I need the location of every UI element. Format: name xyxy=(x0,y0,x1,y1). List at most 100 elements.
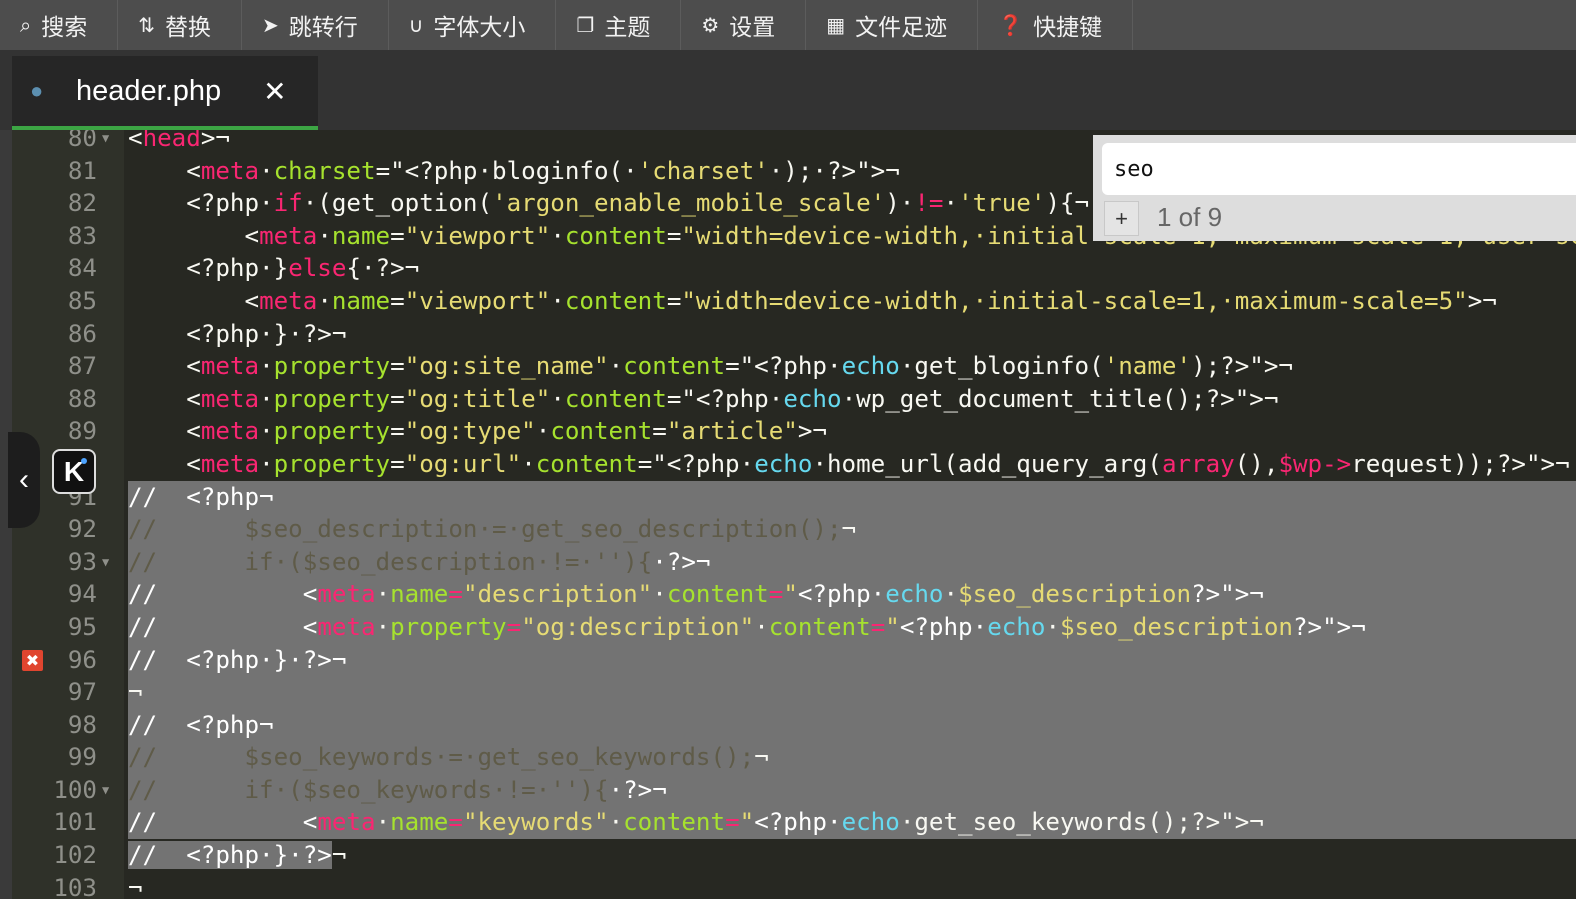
collapse-side-button[interactable]: ‹ xyxy=(8,432,40,528)
code-line: 85 <meta·name="viewport"·content="width=… xyxy=(0,285,1576,318)
code-token: ?>">¬ xyxy=(1293,612,1366,641)
search-icon: ⌕ xyxy=(20,13,32,37)
code-line: 93 ▼ // if·($seo_description·!=·''){·?>¬ xyxy=(0,545,1576,579)
code-token: ·get_bloginfo( xyxy=(899,352,1104,381)
gear-icon: ⚙ xyxy=(701,13,720,37)
code-token: array xyxy=(1161,449,1235,478)
code-token: · xyxy=(375,612,391,641)
line-code: ¬ xyxy=(128,676,1576,709)
code-token: <?php· xyxy=(899,612,988,641)
code-token: ¬ xyxy=(841,515,857,544)
code-line: 101// <meta·name="keywords"·content="<?p… xyxy=(0,806,1576,840)
code-line: 97 ¬ xyxy=(0,676,1576,709)
toolbar: ⌕ 搜索 ⇅ 替换 ➤ 跳转行 ∪ 字体大小 ❐ 主题 ⚙ 设置 ▦ 文件足迹 ❓ 快捷键 xyxy=(0,0,1576,50)
toolbar-label: 跳转行 xyxy=(288,15,358,41)
code-token: else xyxy=(288,254,347,283)
code-token: meta xyxy=(200,384,260,413)
toolbar-item-4[interactable]: ❐ 主题 xyxy=(556,0,682,50)
toolbar-item-0[interactable]: ⌕ 搜索 xyxy=(0,0,119,50)
code-token: "article" xyxy=(666,417,798,446)
line-code: <meta·property="og:title"·content="<?php… xyxy=(128,383,1278,416)
code-token: // < xyxy=(128,580,318,609)
code-token: meta xyxy=(317,808,376,837)
code-token: "og:url" xyxy=(404,449,522,478)
code-editor[interactable]: 80 ▼ <head>¬ 81 <meta·charset="<?php·blogin… xyxy=(0,130,1576,899)
code-token: <?php·} xyxy=(128,254,289,283)
code-token: meta xyxy=(200,417,260,446)
line-code: <meta·charset="<?php·bloginfo(·'charset'… xyxy=(128,155,900,188)
toolbar-item-5[interactable]: ⚙ 设置 xyxy=(681,0,807,50)
code-token: "keywords" xyxy=(462,808,609,837)
code-token: content xyxy=(564,384,667,413)
code-line: 98 // <?php¬ xyxy=(0,708,1576,742)
code-token: · xyxy=(550,384,565,413)
fold-arrow-icon[interactable]: ▼ xyxy=(102,546,109,579)
code-token: = xyxy=(390,352,405,381)
line-code: // <?php·}·?>¬ xyxy=(128,839,346,872)
error-marker-icon[interactable]: ✖ xyxy=(22,649,43,671)
toolbar-label: 主题 xyxy=(604,15,651,41)
line-code: // <?php·}·?>¬ xyxy=(128,643,1576,677)
line-number: 94 xyxy=(67,580,97,609)
code-token: echo xyxy=(987,612,1046,641)
code-token: ·?>¬ xyxy=(652,547,711,576)
code-token: ·get_seo_keywords();?>">¬ xyxy=(899,808,1264,837)
k-app-button[interactable]: K xyxy=(52,449,96,494)
code-token: · xyxy=(375,808,391,837)
code-token: · xyxy=(550,286,565,315)
code-token: // < xyxy=(128,612,318,641)
fold-arrow-icon[interactable]: ▼ xyxy=(102,130,109,155)
code-token: (), xyxy=(1234,449,1279,478)
line-number: 102 xyxy=(53,841,97,870)
line-number: 83 xyxy=(67,221,97,250)
code-token: content xyxy=(564,286,667,315)
code-token: $seo_description xyxy=(1060,612,1293,641)
find-input[interactable] xyxy=(1102,143,1576,195)
code-token: = xyxy=(448,808,463,837)
line-code: // <meta·name="keywords"·content="<?php·… xyxy=(128,806,1576,840)
code-token: "viewport" xyxy=(404,221,551,250)
code-token: != xyxy=(914,189,944,218)
code-token: "og:description" xyxy=(521,612,755,641)
fold-arrow-icon[interactable]: ▼ xyxy=(102,774,109,807)
code-token: echo xyxy=(841,808,900,837)
code-token: "og:type" xyxy=(404,417,536,446)
code-token: head xyxy=(142,130,201,152)
code-line: 103 ¬ xyxy=(0,872,1576,899)
close-tab-icon[interactable]: ✕ xyxy=(263,75,286,108)
toolbar-item-6[interactable]: ▦ 文件足迹 xyxy=(806,0,979,50)
code-token: ¬ xyxy=(754,743,769,772)
code-token: · xyxy=(943,189,959,218)
code-token: · xyxy=(259,352,274,381)
code-token: ·(get_option( xyxy=(302,189,493,218)
code-token: = xyxy=(390,286,405,315)
tab-header-php[interactable]: ● header.php ✕ xyxy=(12,56,318,130)
toolbar-item-7[interactable]: ❓ 快捷键 xyxy=(978,0,1134,50)
toolbar-label: 文件足迹 xyxy=(855,15,948,41)
toolbar-item-3[interactable]: ∪ 字体大小 xyxy=(389,0,557,50)
code-token: ·home_url(add_query_arg( xyxy=(812,449,1162,478)
code-token: property xyxy=(273,417,391,446)
line-code: <?php·}·?>¬ xyxy=(128,318,346,351)
code-token: 'charset' xyxy=(637,156,769,185)
code-token: <?php· xyxy=(128,189,274,218)
toolbar-item-1[interactable]: ⇅ 替换 xyxy=(118,0,242,50)
find-add-button[interactable]: + xyxy=(1104,201,1139,236)
code-token: = xyxy=(870,612,886,641)
tab-filename: header.php xyxy=(76,74,222,107)
line-code: <meta·property="og:type"·content="articl… xyxy=(128,415,827,448)
code-token: property xyxy=(273,352,391,381)
code-token: );?>">¬ xyxy=(1191,352,1293,381)
code-token: // if·($seo_keywords·!=·''){ xyxy=(128,775,609,804)
code-token: ¬ xyxy=(331,841,347,870)
theme-icon: ❐ xyxy=(576,13,595,37)
line-code: <?php·if·(get_option('argon_enable_mobil… xyxy=(128,187,1089,220)
code-token: )· xyxy=(885,189,915,218)
line-number: 100 xyxy=(53,775,97,804)
code-token: // <?php·}·?>¬ xyxy=(128,645,347,674)
toolbar-item-2[interactable]: ➤ 跳转行 xyxy=(242,0,389,50)
code-token: · xyxy=(608,808,624,837)
code-token: >¬ xyxy=(797,417,827,446)
code-token: · xyxy=(259,449,274,478)
code-token: name xyxy=(390,808,449,837)
